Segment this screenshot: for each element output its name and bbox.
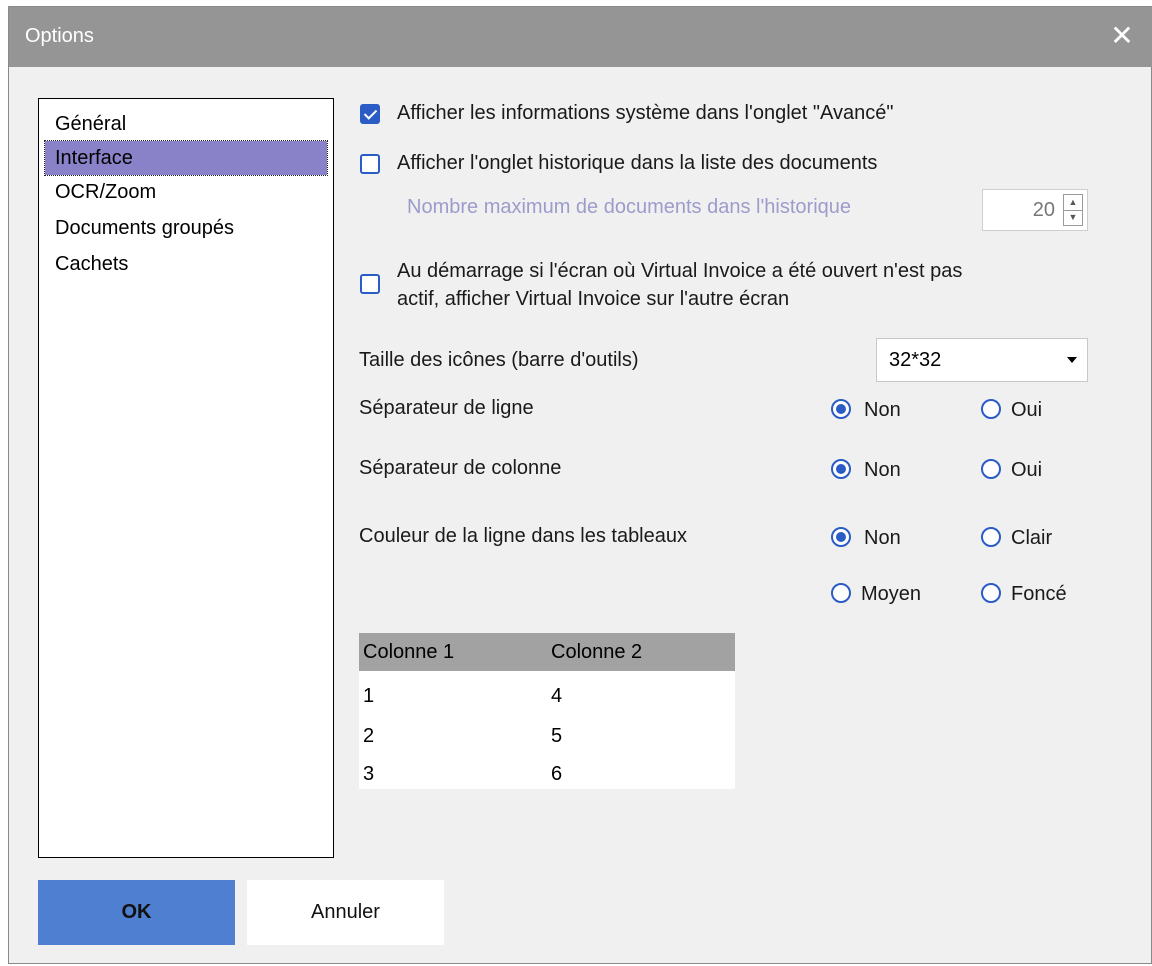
- spin-buttons: ▲ ▼: [1063, 194, 1083, 226]
- row-color-clair-radio[interactable]: [981, 527, 1001, 547]
- preview-cell: 4: [551, 685, 563, 707]
- other-screen-label-line1: Au démarrage si l'écran où Virtual Invoi…: [397, 260, 963, 282]
- row-separator-oui-radio[interactable]: [981, 399, 1001, 419]
- other-screen-label-line2: actif, afficher Virtual Invoice sur l'au…: [397, 288, 790, 310]
- col-separator-label: Séparateur de colonne: [359, 457, 562, 479]
- row-separator-label: Séparateur de ligne: [359, 397, 534, 419]
- preview-cell: 1: [363, 685, 375, 707]
- nav-item-cachets[interactable]: Cachets: [45, 247, 327, 281]
- other-screen-checkbox[interactable]: [360, 274, 380, 294]
- category-list: Général Interface OCR/Zoom Documents gro…: [38, 98, 334, 858]
- row-color-clair-label: Clair: [1011, 527, 1053, 549]
- max-history-spinbox[interactable]: 20 ▲ ▼: [982, 189, 1088, 231]
- row-color-moyen-radio[interactable]: [831, 583, 851, 603]
- row-color-label: Couleur de la ligne dans les tableaux: [359, 525, 687, 547]
- col-separator-oui-radio[interactable]: [981, 459, 1001, 479]
- nav-item-documents-groupes[interactable]: Documents groupés: [45, 211, 327, 245]
- row-color-fonce-label: Foncé: [1011, 583, 1067, 605]
- max-history-label: Nombre maximum de documents dans l'histo…: [407, 196, 852, 218]
- row-color-fonce-radio[interactable]: [981, 583, 1001, 603]
- cancel-button[interactable]: Annuler: [247, 880, 444, 945]
- row-separator-non-radio[interactable]: [831, 399, 851, 419]
- ok-button[interactable]: OK: [38, 880, 235, 945]
- system-info-label: Afficher les informations système dans l…: [397, 102, 894, 124]
- window-title: Options: [25, 25, 94, 47]
- options-dialog: Options ✕ Général Interface OCR/Zoom Doc…: [8, 6, 1152, 964]
- history-tab-label: Afficher l'onglet historique dans la lis…: [397, 152, 878, 174]
- icon-size-label: Taille des icônes (barre d'outils): [359, 349, 639, 371]
- preview-cell: 3: [363, 763, 375, 785]
- icon-size-value: 32*32: [889, 349, 942, 371]
- nav-item-interface[interactable]: Interface: [44, 140, 328, 176]
- preview-cell: 5: [551, 725, 563, 747]
- icon-size-select[interactable]: 32*32: [876, 338, 1088, 382]
- col-separator-non-radio[interactable]: [831, 459, 851, 479]
- preview-cell: 6: [551, 763, 563, 785]
- chevron-up-icon[interactable]: ▲: [1064, 195, 1082, 211]
- row-color-non-label: Non: [864, 527, 901, 549]
- preview-cell: 2: [363, 725, 375, 747]
- nav-item-ocr-zoom[interactable]: OCR/Zoom: [45, 175, 327, 209]
- title-bar: Options ✕: [9, 7, 1152, 67]
- system-info-checkbox[interactable]: [360, 104, 380, 124]
- col-separator-non-label: Non: [864, 459, 901, 481]
- max-history-value: 20: [1032, 199, 1055, 221]
- row-separator-non-label: Non: [864, 399, 901, 421]
- history-tab-checkbox[interactable]: [360, 154, 380, 174]
- caret-down-icon: [1067, 357, 1077, 363]
- preview-header-col1: Colonne 1: [363, 641, 455, 663]
- close-icon[interactable]: ✕: [1105, 19, 1139, 53]
- preview-header-row: Colonne 1 Colonne 2: [359, 633, 735, 671]
- chevron-down-icon[interactable]: ▼: [1064, 210, 1082, 225]
- nav-item-general[interactable]: Général: [45, 107, 327, 141]
- row-separator-oui-label: Oui: [1011, 399, 1043, 421]
- row-color-non-radio[interactable]: [831, 527, 851, 547]
- row-color-moyen-label: Moyen: [861, 583, 922, 605]
- col-separator-oui-label: Oui: [1011, 459, 1043, 481]
- preview-header-col2: Colonne 2: [551, 641, 643, 663]
- preview-table: Colonne 1 Colonne 2 1 4 2 5 3 6: [359, 633, 735, 789]
